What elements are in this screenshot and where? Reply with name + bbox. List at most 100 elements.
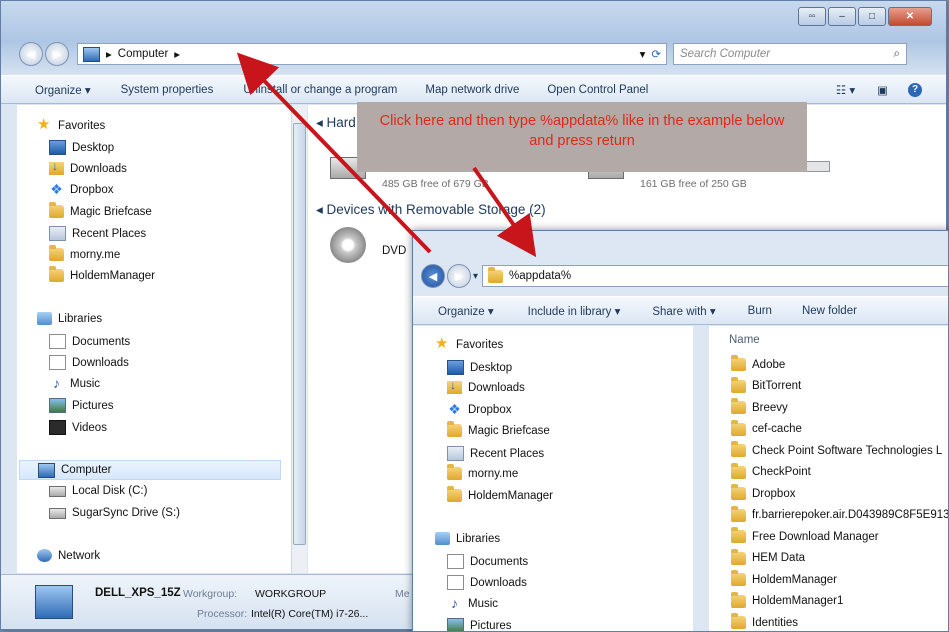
nav-favorites[interactable]: ★ Favorites (37, 117, 105, 132)
removable-storage-header[interactable]: ◂ Devices with Removable Storage (2) (316, 202, 546, 218)
nav-holdemmanager[interactable]: HoldemManager (447, 486, 553, 502)
file-row[interactable]: HEM Data (731, 548, 805, 565)
nav-morny[interactable]: morny.me (447, 464, 518, 480)
new-folder-button[interactable]: New folder (802, 305, 857, 317)
view-options-icon[interactable]: ☷ ▾ (836, 83, 855, 97)
file-row[interactable]: Check Point Software Technologies L (731, 441, 942, 457)
nav-dropbox[interactable]: ❖ Dropbox (49, 182, 113, 196)
forward-button[interactable]: ▶ (447, 264, 471, 288)
processor-value: Intel(R) Core(TM) i7-26... (251, 608, 369, 620)
recent-places-icon (447, 446, 464, 461)
nav-lib-downloads[interactable]: Downloads (447, 575, 527, 590)
nav-desktop[interactable]: Desktop (49, 140, 114, 155)
nav-holdemmanager[interactable]: HoldemManager (49, 266, 155, 282)
uninstall-program-button[interactable]: Uninstall or change a program (243, 84, 397, 96)
address-bar[interactable]: %appdata% (482, 265, 948, 287)
address-value[interactable]: %appdata% (509, 270, 571, 282)
close-button[interactable]: ✕ (888, 7, 932, 26)
nav-pictures[interactable]: Pictures (49, 398, 114, 413)
nav-scrollbar[interactable] (291, 105, 307, 573)
computer-icon (83, 46, 100, 62)
desktop-icon (447, 360, 464, 375)
file-row[interactable]: cef-cache (731, 419, 802, 436)
window-controls: ▫▫ – □ ✕ (798, 7, 932, 26)
libraries-icon (37, 312, 52, 325)
hard-disks-header[interactable]: ◂ Hard (316, 115, 356, 131)
file-row[interactable]: HoldemManager (731, 570, 838, 586)
file-row[interactable]: Dropbox (731, 484, 795, 500)
help-icon[interactable]: ? (908, 82, 922, 97)
file-row[interactable]: Adobe (731, 355, 785, 371)
instruction-callout: Click here and then type %appdata% like … (357, 102, 807, 172)
nav-sugarsync[interactable]: SugarSync Drive (S:) (49, 507, 180, 519)
nav-magic-briefcase[interactable]: Magic Briefcase (49, 202, 152, 218)
folder-icon (731, 613, 746, 629)
address-row: ◀ ▶ ▾ %appdata% (421, 264, 948, 288)
file-row[interactable]: BitTorrent (731, 376, 801, 393)
address-bar[interactable]: ▸ Computer ▸ ▾ ⟳ (77, 43, 667, 65)
nav-libraries[interactable]: Libraries (435, 532, 500, 545)
folder-icon (731, 398, 746, 414)
nav-music[interactable]: ♪ Music (447, 596, 498, 610)
nav-recent-places[interactable]: Recent Places (447, 446, 544, 461)
history-dropdown-icon[interactable]: ▾ (473, 271, 478, 282)
forward-button[interactable]: ▶ (45, 42, 69, 66)
nav-pictures[interactable]: Pictures (447, 618, 512, 631)
file-row[interactable]: CheckPoint (731, 462, 811, 479)
search-icon[interactable]: ⌕ (894, 48, 900, 61)
file-name: CheckPoint (752, 466, 811, 478)
dvd-label[interactable]: DVD (382, 245, 406, 257)
nav-music[interactable]: ♪ Music (49, 376, 100, 390)
dvd-drive-icon[interactable] (330, 227, 366, 263)
file-row[interactable]: fr.barrierepoker.air.D043989C8F5E913 (731, 505, 948, 522)
column-header-name[interactable]: Name (729, 334, 760, 346)
folder-icon (49, 245, 64, 261)
nav-videos[interactable]: Videos (49, 420, 107, 435)
back-button[interactable]: ◀ (19, 42, 43, 66)
nav-favorites[interactable]: ★ Favorites (435, 336, 503, 351)
folder-icon (49, 202, 64, 218)
nav-downloads[interactable]: Downloads (49, 159, 127, 175)
file-row[interactable]: HoldemManager1 (731, 591, 843, 608)
nav-libraries[interactable]: Libraries (37, 312, 102, 325)
nav-lib-downloads[interactable]: Downloads (49, 355, 129, 370)
nav-downloads[interactable]: Downloads (447, 378, 525, 394)
back-button[interactable]: ◀ (421, 264, 445, 288)
nav-magic-briefcase[interactable]: Magic Briefcase (447, 421, 550, 437)
breadcrumb-computer[interactable]: Computer (118, 48, 169, 60)
system-properties-button[interactable]: System properties (121, 84, 214, 96)
memory-label: Me (395, 588, 410, 600)
nav-recent-places[interactable]: Recent Places (49, 226, 146, 241)
file-row[interactable]: Breevy (731, 398, 788, 414)
minimize-button[interactable]: – (828, 7, 856, 26)
file-row[interactable]: Identities (731, 613, 798, 629)
nav-local-disk[interactable]: Local Disk (C:) (49, 485, 147, 497)
documents-icon (447, 554, 464, 569)
nav-computer[interactable]: Computer (19, 460, 281, 480)
nav-dropbox[interactable]: ❖ Dropbox (447, 402, 511, 416)
nav-documents[interactable]: Documents (49, 334, 130, 349)
map-network-drive-button[interactable]: Map network drive (425, 84, 519, 96)
nav-network[interactable]: Network (37, 549, 100, 562)
share-with-button[interactable]: Share with ▾ (652, 304, 715, 318)
nav-documents[interactable]: Documents (447, 554, 528, 569)
computer-icon (38, 462, 55, 478)
preview-pane-icon[interactable]: ▣ (877, 83, 888, 97)
command-bar: Organize ▾ System properties Uninstall o… (1, 75, 946, 104)
maximize-button[interactable]: □ (858, 7, 886, 26)
snap-icon[interactable]: ▫▫ (798, 7, 826, 26)
workgroup-label: Workgroup: (183, 588, 238, 600)
search-input[interactable]: Search Computer ⌕ (673, 43, 907, 65)
open-control-panel-button[interactable]: Open Control Panel (547, 84, 648, 96)
include-in-library-button[interactable]: Include in library ▾ (528, 304, 621, 318)
scroll-thumb[interactable] (293, 123, 306, 545)
nav-morny[interactable]: morny.me (49, 245, 120, 261)
dropdown-icon[interactable]: ▾ (640, 47, 646, 61)
organize-button[interactable]: Organize ▾ (438, 304, 494, 318)
burn-button[interactable]: Burn (748, 305, 772, 317)
file-row[interactable]: Free Download Manager (731, 527, 879, 543)
nav-desktop[interactable]: Desktop (447, 360, 512, 375)
file-name: HoldemManager (752, 573, 838, 586)
refresh-icon[interactable]: ⟳ (651, 47, 661, 61)
organize-button[interactable]: Organize ▾ (35, 83, 91, 97)
